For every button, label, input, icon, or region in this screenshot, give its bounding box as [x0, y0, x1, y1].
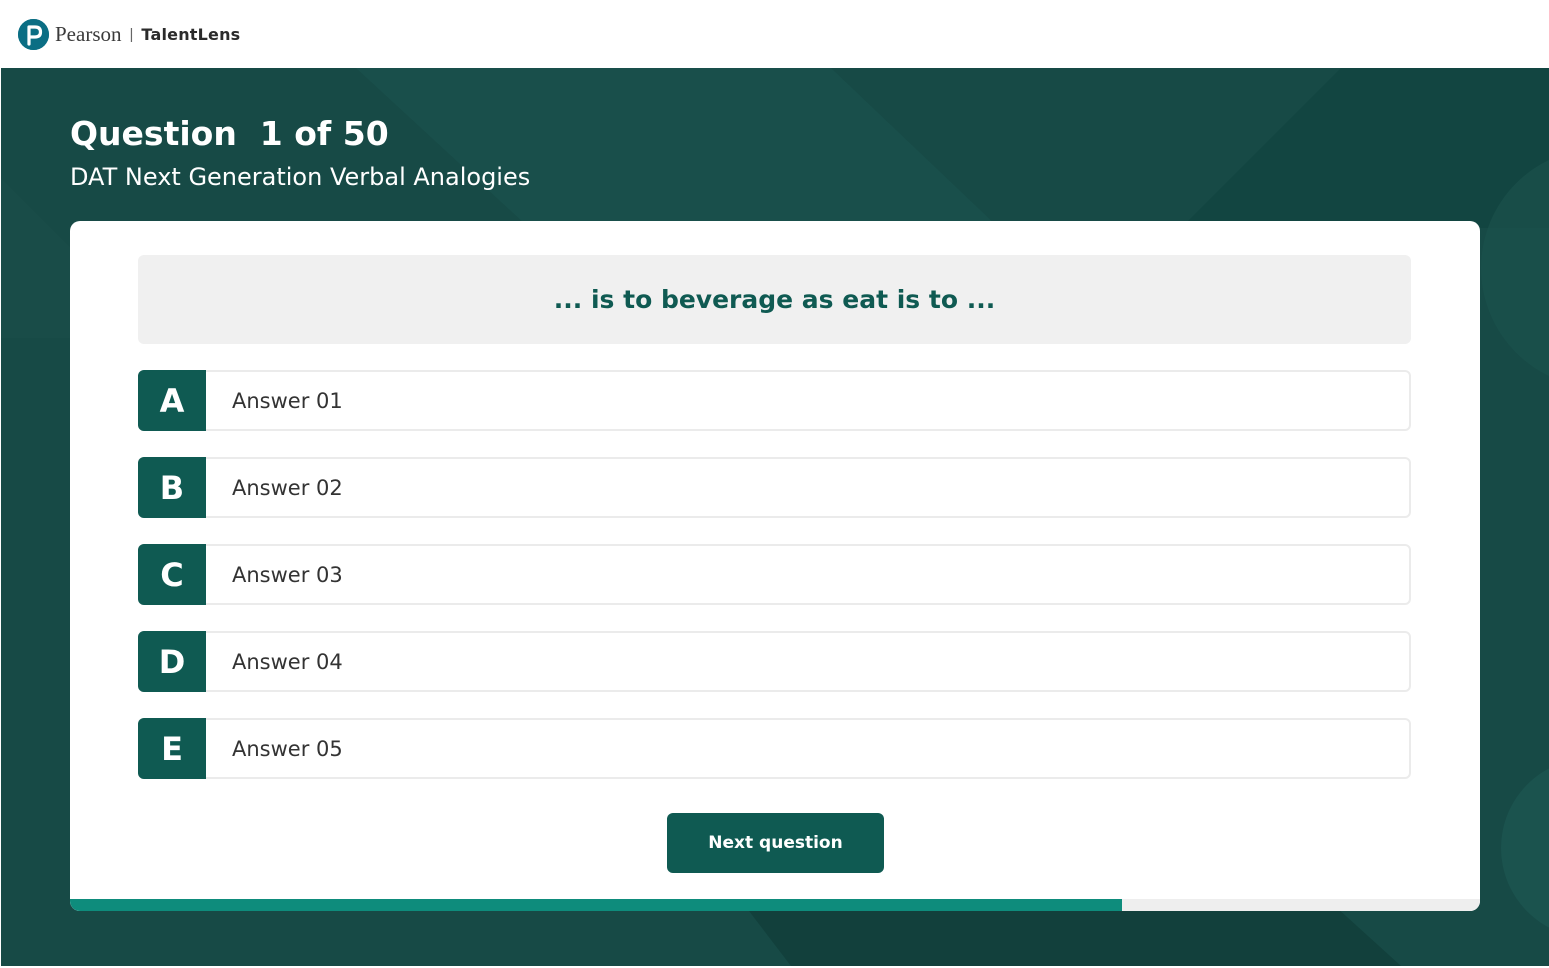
answer-option-a[interactable]: A Answer 01	[138, 370, 1411, 431]
answer-option-e[interactable]: E Answer 05	[138, 718, 1411, 779]
answer-option-d[interactable]: D Answer 04	[138, 631, 1411, 692]
answer-list: A Answer 01 B Answer 02 C Answer 03 D An…	[138, 370, 1411, 805]
question-prompt-box: ... is to beverage as eat is to ...	[138, 255, 1411, 344]
question-prompt: ... is to beverage as eat is to ...	[553, 285, 996, 314]
test-name: DAT Next Generation Verbal Analogies	[70, 163, 531, 191]
pearson-logo-icon	[18, 18, 49, 50]
answer-letter-d: D	[138, 631, 206, 692]
progress-bar	[70, 899, 1480, 911]
next-question-button[interactable]: Next question	[667, 813, 884, 873]
answer-option-c[interactable]: C Answer 03	[138, 544, 1411, 605]
top-header: Pearson | TalentLens	[0, 0, 1549, 68]
answer-option-b[interactable]: B Answer 02	[138, 457, 1411, 518]
answer-text-a: Answer 01	[232, 388, 343, 413]
answer-letter-b: B	[138, 457, 206, 518]
answer-text-c: Answer 03	[232, 562, 343, 587]
progress-bar-fill	[70, 899, 1122, 911]
answer-letter-a: A	[138, 370, 206, 431]
product-name: TalentLens	[141, 24, 241, 44]
answer-letter-c: C	[138, 544, 206, 605]
answer-text-d: Answer 04	[232, 649, 343, 674]
brand-name: Pearson	[55, 21, 122, 46]
answer-text-e: Answer 05	[232, 736, 343, 761]
brand-separator: |	[129, 25, 134, 43]
answer-text-b: Answer 02	[232, 475, 343, 500]
answer-letter-e: E	[138, 718, 206, 779]
test-stage: Question 1 of 50 DAT Next Generation Ver…	[1, 68, 1549, 966]
question-card: ... is to beverage as eat is to ... A An…	[70, 221, 1480, 911]
question-counter: Question 1 of 50	[70, 114, 389, 153]
